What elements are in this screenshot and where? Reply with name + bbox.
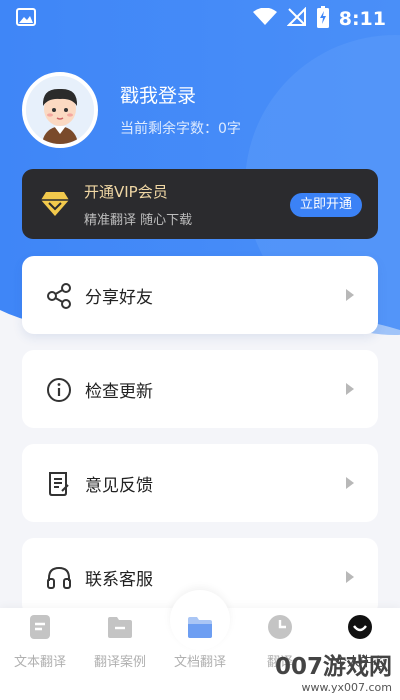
folder-icon — [186, 613, 214, 641]
vip-title: 开通VIP会员 — [84, 183, 168, 201]
clock-icon — [266, 613, 294, 641]
menu-item-label: 检查更新 — [85, 382, 153, 402]
chevron-right-icon — [346, 477, 354, 489]
folder-icon — [106, 613, 134, 641]
smile-icon — [346, 613, 374, 641]
menu-item-check-update[interactable]: 检查更新 — [22, 350, 378, 428]
tab-label: 文档翻译 — [173, 655, 226, 670]
tab-label: 文本翻译 — [13, 655, 66, 670]
remaining-chars-text: 当前剩余字数：0字 — [120, 120, 241, 137]
diamond-icon — [40, 191, 70, 221]
headset-icon — [46, 565, 71, 589]
open-vip-button[interactable]: 立即开通 — [289, 193, 362, 217]
wifi-icon — [252, 7, 277, 30]
login-link[interactable]: 戳我登录 — [120, 83, 241, 109]
vip-subtitle: 精准翻译 随心下载 — [84, 213, 193, 228]
menu-item-share[interactable]: 分享好友 — [22, 256, 378, 334]
avatar[interactable] — [22, 72, 98, 148]
menu-item-label: 分享好友 — [85, 288, 153, 308]
profile-section[interactable]: 戳我登录 当前剩余字数：0字 — [22, 72, 241, 148]
tab-label: 翻译案例 — [93, 655, 146, 670]
menu-item-label: 意见反馈 — [85, 476, 153, 496]
info-icon — [46, 377, 71, 402]
vip-banner[interactable]: 开通VIP会员 精准翻译 随心下载 立即开通 — [22, 169, 378, 239]
menu-item-label: 联系客服 — [85, 570, 153, 590]
image-icon — [16, 8, 36, 30]
watermark: 007游戏网 www.yx007.com — [275, 647, 392, 694]
battery-icon — [316, 6, 329, 32]
watermark-url: www.yx007.com — [301, 681, 392, 694]
clock-time: 8:11 — [338, 8, 386, 30]
chevron-right-icon — [346, 289, 354, 301]
feedback-icon — [46, 471, 70, 496]
tab-document-translate[interactable]: 文档翻译 — [160, 613, 240, 670]
chevron-right-icon — [346, 383, 354, 395]
no-signal-icon — [286, 6, 307, 31]
watermark-title: 007游戏网 — [274, 654, 392, 680]
tab-translate-cases[interactable]: 翻译案例 — [80, 613, 160, 670]
tab-text-translate[interactable]: 文本翻译 — [0, 613, 80, 670]
chevron-right-icon — [346, 571, 354, 583]
share-icon — [46, 283, 71, 309]
status-bar: 8:11 — [0, 0, 400, 36]
text-doc-icon — [26, 613, 54, 641]
menu-item-feedback[interactable]: 意见反馈 — [22, 444, 378, 522]
